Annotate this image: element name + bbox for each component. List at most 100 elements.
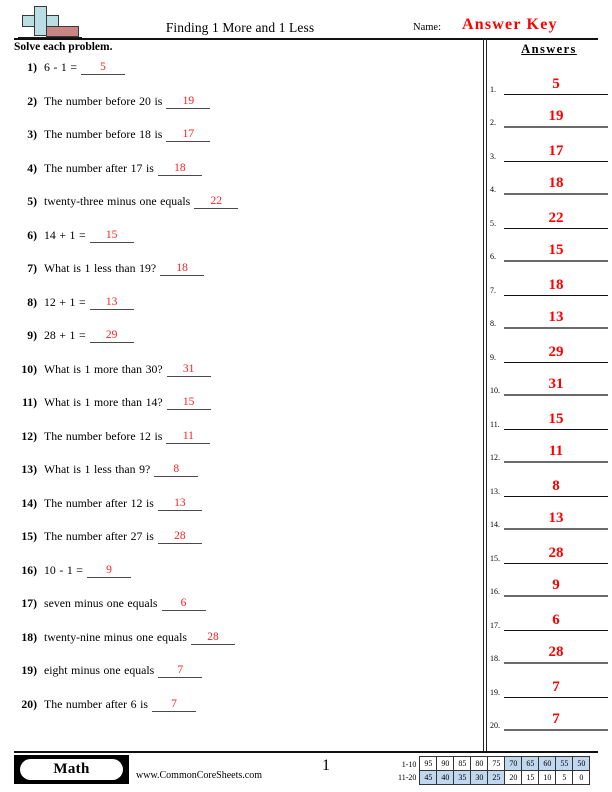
logo-plus-center [35,16,46,26]
answer-row: 1. 5 [490,61,608,95]
problem-number: 10) [21,362,37,376]
answer-row: 12. 11 [490,430,608,463]
problem-answer-blank[interactable]: 31 [166,363,211,377]
answer-row: 8. 13 [490,296,608,329]
answer-row-value[interactable]: 18 [504,175,608,195]
answer-row-number: 4. [490,185,496,194]
problem-body: What is 1 more than 14? 15 [44,395,211,411]
problem-body: The number before 12 is 11 [44,428,211,445]
answer-row-value[interactable]: 7 [504,711,608,731]
problem-answer-blank[interactable]: 29 [89,329,134,343]
answer-row-value[interactable]: 19 [504,108,608,128]
problem-answer-blank[interactable]: 18 [157,162,202,176]
problem-body: 14 + 1 = 15 [44,228,134,244]
scoring-row-label: 1-10 [401,759,417,769]
answer-row-value[interactable]: 18 [504,277,608,296]
answer-row-number: 17. [490,620,500,630]
problem-answer-blank[interactable]: 9 [86,564,131,578]
problem-text: The number before 12 is [44,428,163,443]
problem-row: 14) The number after 12 is 13 [14,496,476,530]
answer-row-number: 13. [490,486,500,496]
problem-number: 20) [21,697,37,711]
answer-row-number: 14. [490,520,500,529]
subject-badge-label: Math [20,759,123,780]
answer-row-number: 5. [490,218,496,228]
problem-text: The number before 20 is [44,93,163,108]
scoring-table: 1-10 11-20 95 90 85 80 75 70 65 60 55 50 45 40 35 30 25… [398,756,591,785]
problem-answer-blank[interactable]: 17 [166,128,211,142]
problem-body: What is 1 less than 9? 8 [44,462,199,478]
problem-answer-blank[interactable]: 28 [191,631,236,645]
problem-text: 28 + 1 = [44,328,86,342]
problem-answer-blank[interactable]: 28 [157,530,202,544]
column-divider [483,38,488,751]
answer-key-stamp: Answer Key [462,16,558,33]
problem-answer-blank[interactable]: 11 [166,430,211,444]
answer-row: 5. 22 [490,195,608,229]
scoring-table-grid: 95 90 85 80 75 70 65 60 55 50 45 40 35 30 25 20 15 10 5 0 [419,756,591,785]
answer-row-value[interactable]: 13 [504,510,608,530]
problem-number: 5) [27,195,37,208]
problem-answer-blank[interactable]: 22 [194,195,239,209]
answer-row-value[interactable]: 6 [504,612,608,631]
problem-number: 19) [21,664,37,677]
problem-number: 4) [27,161,37,175]
problem-answer-blank[interactable]: 8 [154,463,199,477]
answer-row-value[interactable]: 28 [504,545,608,564]
answer-row-value[interactable]: 28 [504,644,608,664]
answer-row-value[interactable]: 11 [504,443,608,463]
problem-answer-blank[interactable]: 15 [89,229,134,243]
problem-answer-blank[interactable]: 6 [161,597,206,611]
problem-text: twenty-three minus one equals [44,194,191,208]
answer-row: 19. 7 [490,664,608,698]
problem-number: 6) [27,228,37,242]
answer-row: 14. 13 [490,497,608,530]
problem-answer-blank[interactable]: 7 [158,664,203,678]
problem-answer-blank[interactable]: 18 [160,262,205,276]
problem-answer-blank[interactable]: 7 [151,698,196,712]
scoring-cell: 15 [521,770,540,785]
answer-row: 15. 28 [490,530,608,564]
answer-row-number: 6. [490,252,496,261]
scoring-cell: 10 [538,770,557,785]
answer-row-value[interactable]: 17 [504,143,608,162]
problem-answer-blank[interactable]: 15 [166,396,211,410]
problem-row: 19) eight minus one equals 7 [14,663,476,697]
answer-row-value[interactable]: 9 [504,577,608,597]
problem-answer-blank[interactable]: 13 [157,497,202,511]
answer-row: 16. 9 [490,564,608,597]
problem-text: 6 - 1 = [44,60,78,74]
problem-body: twenty-three minus one equals 22 [44,194,239,210]
instructions-text: Solve each problem. [14,41,113,53]
answer-row-number: 11. [490,419,500,429]
scoring-cell: 60 [538,756,557,771]
problem-row: 15) The number after 27 is 28 [14,529,476,563]
scoring-cell: 75 [487,756,506,771]
scoring-table-row-labels: 1-10 11-20 [398,756,419,785]
answer-row-value[interactable]: 13 [504,309,608,329]
problem-number: 1) [27,61,37,74]
answer-row-value[interactable]: 29 [504,344,608,363]
problem-answer-blank[interactable]: 19 [166,95,211,109]
answer-row-value[interactable]: 15 [504,242,608,262]
answer-row-number: 3. [490,151,496,161]
problem-text: The number after 12 is [44,495,154,510]
scoring-cell: 20 [504,770,523,785]
answer-row-value[interactable]: 7 [504,679,608,698]
problem-row: 8) 12 + 1 = 13 [14,295,476,329]
problem-number: 18) [21,630,37,644]
problem-answer-blank[interactable]: 5 [81,61,126,75]
problem-row: 5) twenty-three minus one equals 22 [14,194,476,228]
problem-answer-blank[interactable]: 13 [89,296,134,310]
answer-row-number: 9. [490,352,496,362]
problem-body: 28 + 1 = 29 [44,328,134,344]
answer-row-value[interactable]: 5 [504,76,608,95]
scoring-cell: 45 [419,770,438,785]
answer-row-value[interactable]: 15 [504,411,608,430]
answer-row-number: 12. [490,453,500,462]
answer-row-value[interactable]: 31 [504,376,608,396]
problem-list: 1) 6 - 1 = 5 2) The number before 20 is 19 3) T… [14,60,476,730]
answer-row-value[interactable]: 8 [504,478,608,497]
answer-row-number: 20. [490,721,500,730]
answer-row-value[interactable]: 22 [504,210,608,229]
